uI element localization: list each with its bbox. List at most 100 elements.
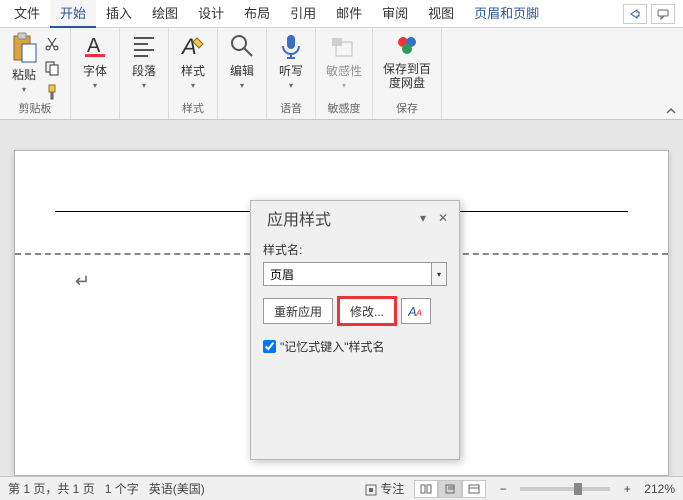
tab-bar: 文件 开始 插入 绘图 设计 布局 引用 邮件 审阅 视图 页眉和页脚 bbox=[0, 0, 683, 28]
paragraph-icon bbox=[130, 32, 158, 60]
copy-icon bbox=[44, 60, 60, 76]
view-print-button[interactable] bbox=[438, 480, 462, 498]
tab-file[interactable]: 文件 bbox=[4, 0, 50, 28]
styles-button[interactable]: A 样式 ▾ bbox=[179, 32, 207, 90]
pane-options-button[interactable]: ▾ bbox=[413, 208, 433, 228]
chevron-down-icon: ▾ bbox=[191, 81, 195, 90]
comment-icon bbox=[657, 8, 669, 20]
scissors-icon bbox=[44, 36, 60, 52]
style-name-dropdown-button[interactable]: ▾ bbox=[431, 263, 446, 285]
font-icon: A bbox=[81, 32, 109, 60]
pane-titlebar[interactable]: 应用样式 ▾ ✕ bbox=[251, 201, 459, 235]
baidu-save-button[interactable]: 保存到百度网盘 bbox=[383, 32, 431, 91]
ribbon-group-clipboard: 粘贴 ▾ 剪贴板 bbox=[0, 28, 71, 119]
tab-draw[interactable]: 绘图 bbox=[142, 0, 188, 28]
search-icon bbox=[228, 32, 256, 60]
paste-icon bbox=[10, 32, 38, 64]
font-button[interactable]: A 字体 ▾ bbox=[81, 32, 109, 90]
zoom-slider-thumb[interactable] bbox=[574, 483, 582, 495]
clipboard-group-label: 剪贴板 bbox=[19, 101, 52, 117]
format-painter-button[interactable] bbox=[44, 84, 60, 100]
style-name-input[interactable] bbox=[264, 263, 431, 285]
sensitivity-group-label: 敏感度 bbox=[328, 101, 361, 117]
tab-view[interactable]: 视图 bbox=[418, 0, 464, 28]
ribbon-group-font: A 字体 ▾ bbox=[71, 28, 120, 119]
svg-text:A: A bbox=[415, 308, 422, 318]
status-words[interactable]: 1 个字 bbox=[105, 480, 139, 497]
zoom-in-button[interactable]: + bbox=[620, 482, 634, 496]
sensitivity-label: 敏感性 bbox=[326, 62, 362, 79]
styles-label: 样式 bbox=[181, 62, 205, 79]
tab-home[interactable]: 开始 bbox=[50, 0, 96, 28]
ribbon-group-paragraph: 段落 ▾ bbox=[120, 28, 169, 119]
comments-button[interactable] bbox=[651, 4, 675, 24]
focus-mode-button[interactable]: 专注 bbox=[365, 480, 404, 497]
status-pages[interactable]: 第 1 页，共 1 页 bbox=[8, 480, 95, 497]
chevron-down-icon: ▾ bbox=[22, 85, 26, 94]
paragraph-label: 段落 bbox=[132, 62, 156, 79]
editing-label: 编辑 bbox=[230, 62, 254, 79]
web-layout-icon bbox=[468, 484, 480, 494]
save-group-label: 保存 bbox=[396, 101, 418, 117]
zoom-slider[interactable] bbox=[520, 487, 610, 491]
pane-title-text: 应用样式 bbox=[267, 206, 413, 230]
ribbon: 粘贴 ▾ 剪贴板 A 字体 ▾ 段落 ▾ bbox=[0, 28, 683, 120]
svg-text:A: A bbox=[87, 35, 101, 57]
tab-review[interactable]: 审阅 bbox=[372, 0, 418, 28]
autocomplete-label: "记忆式键入"样式名 bbox=[280, 338, 385, 355]
tab-design[interactable]: 设计 bbox=[188, 0, 234, 28]
chevron-up-icon bbox=[665, 105, 677, 117]
ribbon-group-editing: 编辑 ▾ bbox=[218, 28, 267, 119]
tab-insert[interactable]: 插入 bbox=[96, 0, 142, 28]
editing-button[interactable]: 编辑 ▾ bbox=[228, 32, 256, 90]
styles-group-label: 样式 bbox=[182, 101, 204, 117]
brush-icon bbox=[44, 84, 60, 100]
status-language[interactable]: 英语(美国) bbox=[149, 480, 205, 497]
cloud-icon bbox=[393, 32, 421, 60]
microphone-icon bbox=[277, 32, 305, 60]
copy-button[interactable] bbox=[44, 60, 60, 76]
ribbon-group-sensitivity: 敏感性 ▾ 敏感度 bbox=[316, 28, 373, 119]
zoom-out-button[interactable]: − bbox=[496, 482, 510, 496]
ribbon-group-voice: 听写 ▾ 语音 bbox=[267, 28, 316, 119]
chevron-down-icon: ▾ bbox=[342, 81, 346, 90]
chevron-down-icon: ▾ bbox=[93, 81, 97, 90]
ribbon-group-save: 保存到百度网盘 保存 bbox=[373, 28, 442, 119]
ribbon-collapse-button[interactable] bbox=[659, 103, 683, 119]
chevron-down-icon: ▾ bbox=[289, 81, 293, 90]
focus-icon bbox=[365, 484, 377, 496]
styles-icon: A bbox=[179, 32, 207, 60]
ribbon-group-styles: A 样式 ▾ 样式 bbox=[169, 28, 218, 119]
paste-button[interactable]: 粘贴 ▾ bbox=[10, 32, 38, 94]
paragraph-button[interactable]: 段落 ▾ bbox=[130, 32, 158, 90]
tab-mail[interactable]: 邮件 bbox=[326, 0, 372, 28]
sensitivity-icon bbox=[330, 32, 358, 60]
dictate-button[interactable]: 听写 ▾ bbox=[277, 32, 305, 90]
view-read-button[interactable] bbox=[414, 480, 438, 498]
pane-close-button[interactable]: ✕ bbox=[433, 208, 453, 228]
style-name-combo: ▾ bbox=[263, 262, 447, 286]
chevron-down-icon: ▾ bbox=[240, 81, 244, 90]
sensitivity-button[interactable]: 敏感性 ▾ bbox=[326, 32, 362, 90]
styles-pane-icon: AA bbox=[408, 304, 424, 318]
modify-button[interactable]: 修改... bbox=[339, 298, 395, 324]
styles-pane-launcher-button[interactable]: AA bbox=[401, 298, 431, 324]
dictate-label: 听写 bbox=[279, 62, 303, 79]
cut-button[interactable] bbox=[44, 36, 60, 52]
view-web-button[interactable] bbox=[462, 480, 486, 498]
voice-group-label: 语音 bbox=[280, 101, 302, 117]
tab-layout[interactable]: 布局 bbox=[234, 0, 280, 28]
reapply-button[interactable]: 重新应用 bbox=[263, 298, 333, 324]
tab-header-footer[interactable]: 页眉和页脚 bbox=[464, 0, 549, 28]
autocomplete-checkbox-row[interactable]: "记忆式键入"样式名 bbox=[263, 338, 447, 355]
chevron-down-icon: ▾ bbox=[142, 81, 146, 90]
autocomplete-checkbox[interactable] bbox=[263, 340, 276, 353]
font-label: 字体 bbox=[83, 62, 107, 79]
share-button[interactable] bbox=[623, 4, 647, 24]
apply-styles-pane: 应用样式 ▾ ✕ 样式名: ▾ 重新应用 修改... AA "记忆式键入"样式名 bbox=[250, 200, 460, 460]
view-mode-buttons bbox=[414, 480, 486, 498]
tab-references[interactable]: 引用 bbox=[280, 0, 326, 28]
paragraph-mark: ↵ bbox=[75, 271, 90, 292]
zoom-level[interactable]: 212% bbox=[644, 482, 675, 496]
style-name-label: 样式名: bbox=[263, 241, 447, 258]
